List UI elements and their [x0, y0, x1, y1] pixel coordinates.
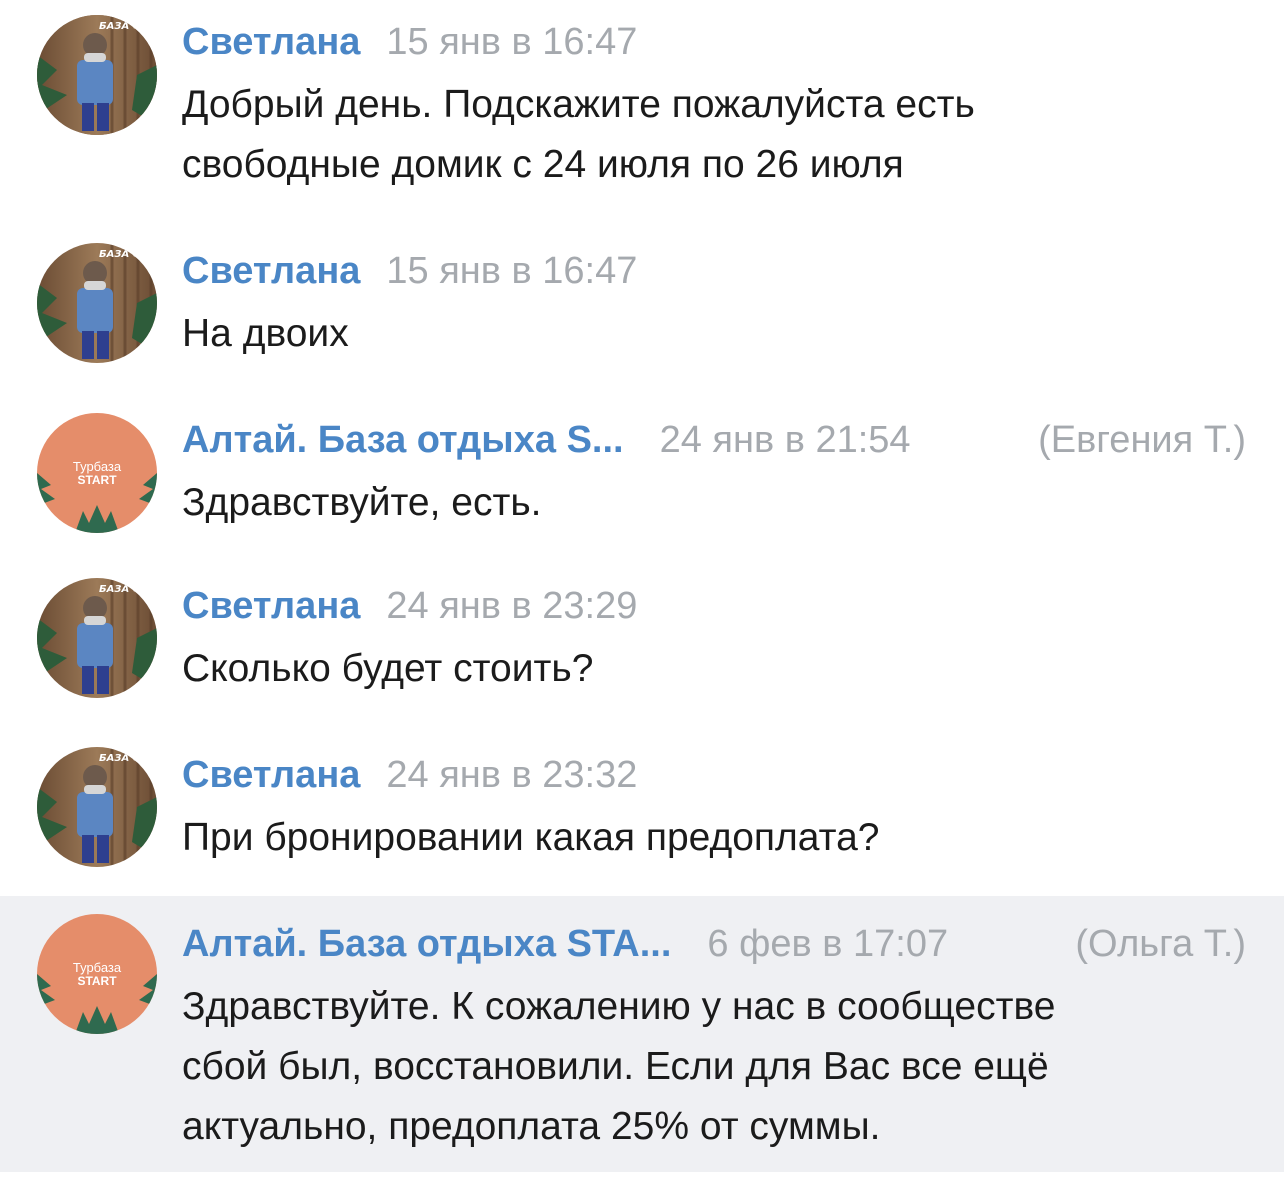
message-time[interactable]: 24 янв в 21:54 [660, 419, 911, 461]
message-time[interactable]: 24 янв в 23:29 [386, 585, 637, 627]
svg-text:START: START [77, 473, 117, 487]
author-name[interactable]: Светлана [182, 21, 360, 63]
message-text: Добрый день. Подскажите пожалуйста есть … [182, 75, 1262, 195]
message-text: Сколько будет стоить? [182, 639, 1262, 699]
message-text-line: Добрый день. Подскажите пожалуйста есть [182, 83, 975, 126]
svg-text:START: START [77, 974, 117, 988]
message-item[interactable]: БАЗА ОТДЫХА Светлана 15 янв в 16:47 Добры… [0, 0, 1284, 205]
message-time[interactable]: 15 янв в 16:47 [386, 250, 637, 292]
message-text: При бронировании какая предоплата? [182, 808, 1262, 868]
user-photo-icon: БАЗА ОТДЫХА [37, 747, 157, 867]
message-header: Светлана 24 янв в 23:32 [182, 753, 637, 797]
message-text-line: При бронировании какая предоплата? [182, 816, 880, 859]
message-header: Алтай. База отдыха S... 24 янв в 21:54 [182, 418, 911, 462]
svg-text:БАЗА ОТДЫХА: БАЗА ОТДЫХА [99, 21, 157, 32]
svg-text:Турбаза: Турбаза [73, 960, 122, 975]
message-text: Здравствуйте, есть. [182, 473, 1262, 533]
author-name[interactable]: Светлана [182, 585, 360, 627]
avatar[interactable]: БАЗА ОТДЫХА [37, 578, 157, 698]
svg-text:Турбаза: Турбаза [73, 459, 122, 474]
message-text-line: актуально, предоплата 25% от суммы. [182, 1105, 881, 1148]
message-item[interactable]: БАЗА ОТДЫХА Светлана 15 янв в 16:47 На дв… [0, 205, 1284, 375]
community-logo-icon: Турбаза START [37, 413, 157, 533]
message-item[interactable]: БАЗА ОТДЫХА Светлана 24 янв в 23:29 Сколь… [0, 540, 1284, 710]
message-header: Светлана 15 янв в 16:47 [182, 20, 637, 64]
message-item[interactable]: Турбаза START Алтай. База отдыха S... 24 … [0, 375, 1284, 540]
user-photo-icon: БАЗА ОТДЫХА [37, 578, 157, 698]
message-text-line: Здравствуйте, есть. [182, 481, 542, 524]
message-text-line: На двоих [182, 312, 349, 355]
avatar[interactable]: БАЗА ОТДЫХА [37, 15, 157, 135]
svg-text:БАЗА ОТДЫХА: БАЗА ОТДЫХА [99, 249, 157, 260]
message-header: Светлана 24 янв в 23:29 [182, 584, 637, 628]
message-item-selected[interactable]: Турбаза START Алтай. База отдыха STA... 6… [0, 896, 1284, 1172]
user-photo-icon: БАЗА ОТДЫХА [37, 15, 157, 135]
author-name[interactable]: Светлана [182, 754, 360, 796]
avatar[interactable]: БАЗА ОТДЫХА [37, 747, 157, 867]
avatar[interactable]: БАЗА ОТДЫХА [37, 243, 157, 363]
community-logo-icon: Турбаза START [37, 914, 157, 1034]
staff-signature: (Евгения Т.) [1038, 419, 1246, 461]
message-text-line: сбой был, восстановили. Если для Вас все… [182, 1045, 1049, 1088]
avatar[interactable]: Турбаза START [37, 413, 157, 533]
message-header: Алтай. База отдыха STA... 6 фев в 17:07 [182, 922, 948, 966]
avatar[interactable]: Турбаза START [37, 914, 157, 1034]
message-item[interactable]: БАЗА ОТДЫХА Светлана 24 янв в 23:32 При б… [0, 710, 1284, 896]
message-text: На двоих [182, 304, 1262, 364]
message-text-line: Здравствуйте. К сожалению у нас в сообще… [182, 985, 1056, 1028]
svg-text:БАЗА ОТДЫХА: БАЗА ОТДЫХА [99, 584, 157, 595]
message-text-line: Сколько будет стоить? [182, 647, 594, 690]
author-name[interactable]: Светлана [182, 250, 360, 292]
message-text: Здравствуйте. К сожалению у нас в сообще… [182, 977, 1262, 1157]
svg-text:БАЗА ОТДЫХА: БАЗА ОТДЫХА [99, 753, 157, 764]
message-time[interactable]: 24 янв в 23:32 [386, 754, 637, 796]
message-time[interactable]: 15 янв в 16:47 [386, 21, 637, 63]
user-photo-icon: БАЗА ОТДЫХА [37, 243, 157, 363]
message-history: БАЗА ОТДЫХА Светлана 15 янв в 16:47 Добры… [0, 0, 1284, 1178]
author-name[interactable]: Алтай. База отдыха STA... [182, 923, 671, 965]
author-name[interactable]: Алтай. База отдыха S... [182, 419, 624, 461]
message-time[interactable]: 6 фев в 17:07 [707, 923, 948, 965]
message-text-line: свободные домик с 24 июля по 26 июля [182, 143, 904, 186]
message-header: Светлана 15 янв в 16:47 [182, 249, 637, 293]
staff-signature: (Ольга Т.) [1075, 923, 1246, 965]
